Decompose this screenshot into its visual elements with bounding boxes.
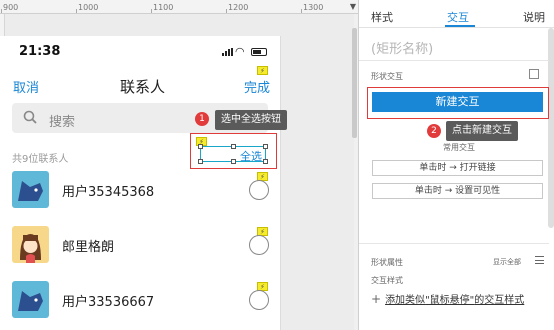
expand-icon[interactable] bbox=[529, 69, 539, 79]
select-radio[interactable] bbox=[249, 235, 269, 255]
new-interaction-button[interactable]: 新建交互 bbox=[372, 92, 543, 112]
horizontal-ruler: 900 1000 1100 1200 1300 ▼ bbox=[0, 0, 358, 14]
canvas-scrollbar[interactable] bbox=[352, 28, 357, 138]
contact-name: 用户35345368 bbox=[62, 185, 155, 200]
list-item[interactable]: 用户33536667 ⚡ bbox=[0, 272, 280, 326]
show-all-link[interactable]: 显示全部 bbox=[493, 257, 521, 267]
shape-name-input[interactable]: (矩形名称) bbox=[371, 38, 433, 57]
select-radio[interactable] bbox=[249, 180, 269, 200]
dog-avatar bbox=[12, 171, 49, 208]
resize-handle[interactable] bbox=[231, 144, 236, 149]
tab-interaction[interactable]: 交互 bbox=[447, 9, 469, 25]
lightning-icon: ⚡ bbox=[257, 66, 268, 75]
step-badge: 2 bbox=[427, 124, 441, 138]
search-placeholder: 搜索 bbox=[49, 115, 76, 130]
add-style-suffix: 的交互样式 bbox=[474, 295, 525, 306]
status-bar: 21:38 ◠ bbox=[0, 36, 280, 66]
list-item[interactable]: 郎里格朗 ⚡ bbox=[0, 217, 280, 271]
add-interaction-style[interactable]: + 添加类似"鼠标悬停"的交互样式 bbox=[371, 291, 524, 306]
girl-avatar bbox=[12, 226, 49, 263]
contact-name: 郎里格朗 bbox=[62, 240, 115, 255]
ruler-tick-label: 1200 bbox=[228, 3, 249, 12]
panel-scrollbar[interactable] bbox=[548, 28, 554, 228]
cancel-button[interactable]: 取消 bbox=[13, 77, 39, 96]
list-icon[interactable] bbox=[535, 256, 544, 264]
option-open-link[interactable]: 单击时 → 打开链接 bbox=[372, 160, 543, 176]
select-all-button[interactable]: 全选 bbox=[198, 144, 268, 164]
phone-mockup: 21:38 ◠ 取消 联系人 完成 ⚡ 搜索 共9位联系人 ⚡ 全选 用户353… bbox=[0, 36, 281, 330]
option-set-visibility[interactable]: 单击时 → 设置可见性 bbox=[372, 183, 543, 199]
inspector-panel: 样式 交互 说明 (矩形名称) 形状交互 新建交互 常用交互 单击时 → 打开链… bbox=[358, 0, 554, 330]
page-title: 联系人 bbox=[120, 78, 166, 96]
contact-name: 用户33536667 bbox=[62, 295, 155, 310]
step-badge: 1 bbox=[195, 112, 209, 126]
ruler-tick-label: 1300 bbox=[303, 3, 324, 12]
signal-icon bbox=[222, 48, 234, 56]
resize-handle[interactable] bbox=[263, 144, 268, 149]
ruler-tick-label: 1100 bbox=[153, 3, 174, 12]
tab-notes[interactable]: 说明 bbox=[523, 9, 545, 25]
shape-interaction-label: 形状交互 bbox=[371, 72, 403, 81]
dog-avatar bbox=[12, 281, 49, 318]
add-style-prefix: 添加类似 bbox=[385, 295, 426, 306]
interaction-style-label: 交互样式 bbox=[371, 276, 403, 285]
plus-icon: + bbox=[371, 292, 382, 306]
done-button[interactable]: 完成 bbox=[244, 77, 270, 96]
search-icon bbox=[23, 110, 37, 124]
ruler-menu-icon[interactable]: ▼ bbox=[350, 2, 356, 11]
annotation-tooltip: 点击新建交互 bbox=[446, 121, 518, 141]
tab-style[interactable]: 样式 bbox=[371, 9, 393, 25]
shape-props-label: 形状属性 bbox=[371, 258, 403, 267]
list-item[interactable]: 用户35345368 ⚡ bbox=[0, 162, 280, 216]
ruler-tick-label: 1000 bbox=[78, 3, 99, 12]
select-radio[interactable] bbox=[249, 290, 269, 310]
status-time: 21:38 bbox=[19, 44, 61, 59]
ruler-tick-label: 900 bbox=[3, 3, 19, 12]
add-style-link[interactable]: "鼠标悬停" bbox=[425, 295, 474, 306]
resize-handle[interactable] bbox=[198, 144, 203, 149]
common-interactions-label: 常用交互 bbox=[443, 143, 475, 152]
annotation-tooltip: 选中全选按钮 bbox=[215, 110, 287, 130]
battery-icon bbox=[251, 48, 267, 56]
wifi-icon: ◠ bbox=[235, 45, 245, 58]
